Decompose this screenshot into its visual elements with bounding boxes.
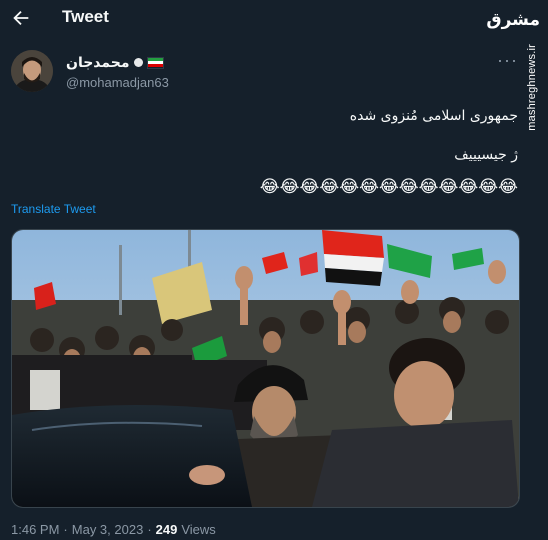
- verified-icon: [133, 58, 143, 67]
- separator: ·: [63, 522, 68, 537]
- watermark-logo: مشرق: [486, 10, 540, 30]
- tweet-emojis: 😂😂😂😂😂😂😂😂😂😂😂😂😂: [259, 177, 518, 197]
- tweet-photo[interactable]: [11, 229, 520, 508]
- tweet-text-line-2: ژ جیسیییف: [454, 147, 518, 163]
- iran-flag-icon: [146, 56, 164, 69]
- page-title: Tweet: [62, 7, 109, 26]
- author-info: محمدجان @mohamadjan63: [66, 54, 169, 90]
- tweet-time[interactable]: 1:46 PM: [11, 522, 59, 537]
- tweet-date[interactable]: May 3, 2023: [72, 522, 144, 537]
- translate-tweet-link[interactable]: Translate Tweet: [11, 202, 96, 216]
- tweet-header: Tweet: [0, 0, 548, 36]
- watermark-site: mashreghnews.ir: [526, 44, 538, 131]
- author-name[interactable]: محمدجان: [66, 54, 130, 71]
- avatar[interactable]: [11, 50, 53, 92]
- tweet-text-line-1: جمهوری اسلامی مُنزوی شده: [349, 108, 518, 124]
- views-count: 249: [155, 522, 178, 537]
- avatar-image: [11, 50, 53, 92]
- author-name-row[interactable]: محمدجان: [66, 54, 169, 71]
- author-handle[interactable]: @mohamadjan63: [66, 75, 169, 90]
- tweet-meta: 1:46 PM · May 3, 2023 · 249 Views: [11, 522, 216, 537]
- more-icon[interactable]: ···: [497, 51, 518, 69]
- views-label: Views: [181, 522, 216, 537]
- separator: ·: [147, 522, 152, 537]
- crowd-photo: [12, 230, 519, 507]
- back-arrow-icon[interactable]: [10, 7, 32, 29]
